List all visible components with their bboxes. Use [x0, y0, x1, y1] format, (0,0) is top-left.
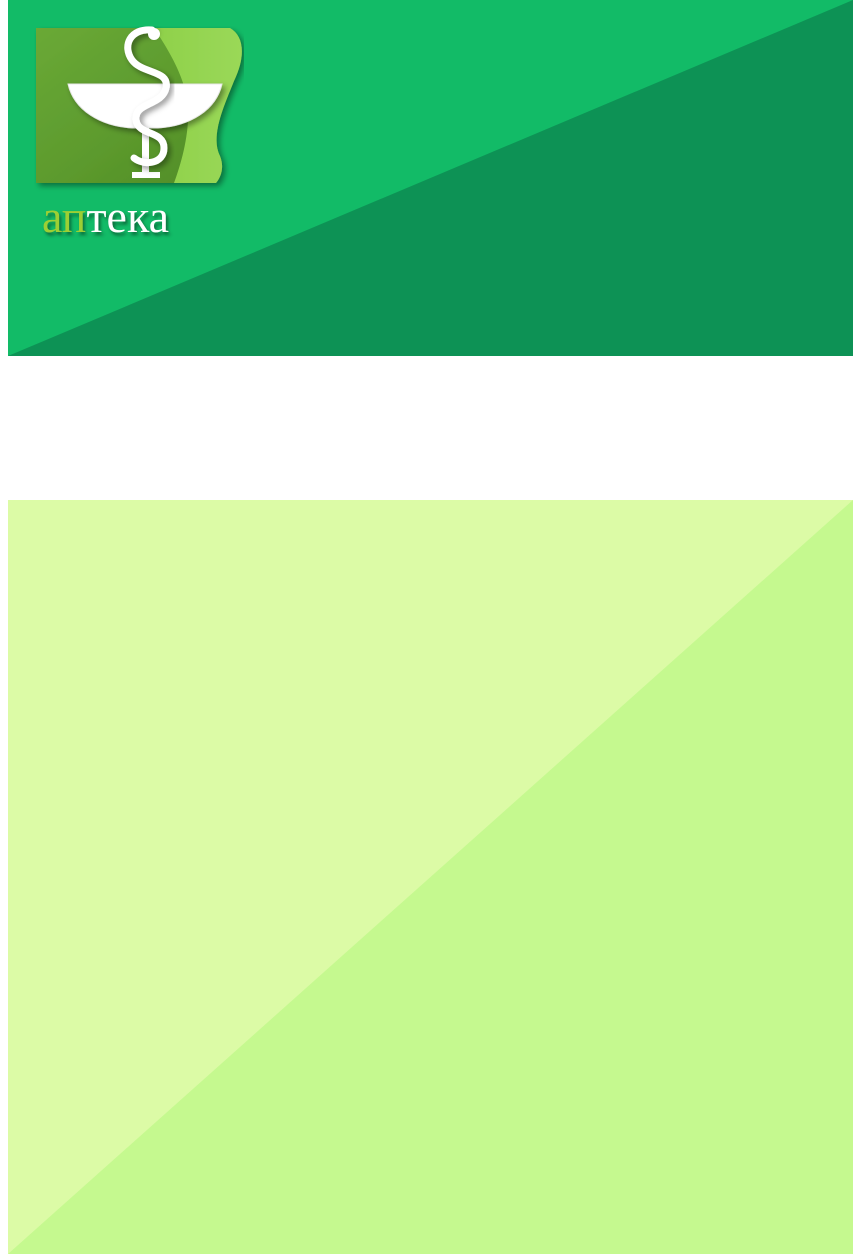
logo-text-accent: ап	[42, 191, 87, 242]
bowl-of-hygieia-icon	[36, 26, 242, 183]
pharmacy-logo: аптека	[34, 26, 244, 241]
panel-background	[8, 500, 853, 1254]
bottom-panel	[8, 500, 853, 1254]
top-banner: аптека	[8, 0, 853, 356]
logo-text-main: тека	[86, 191, 170, 242]
logo-text: аптека	[42, 194, 169, 240]
